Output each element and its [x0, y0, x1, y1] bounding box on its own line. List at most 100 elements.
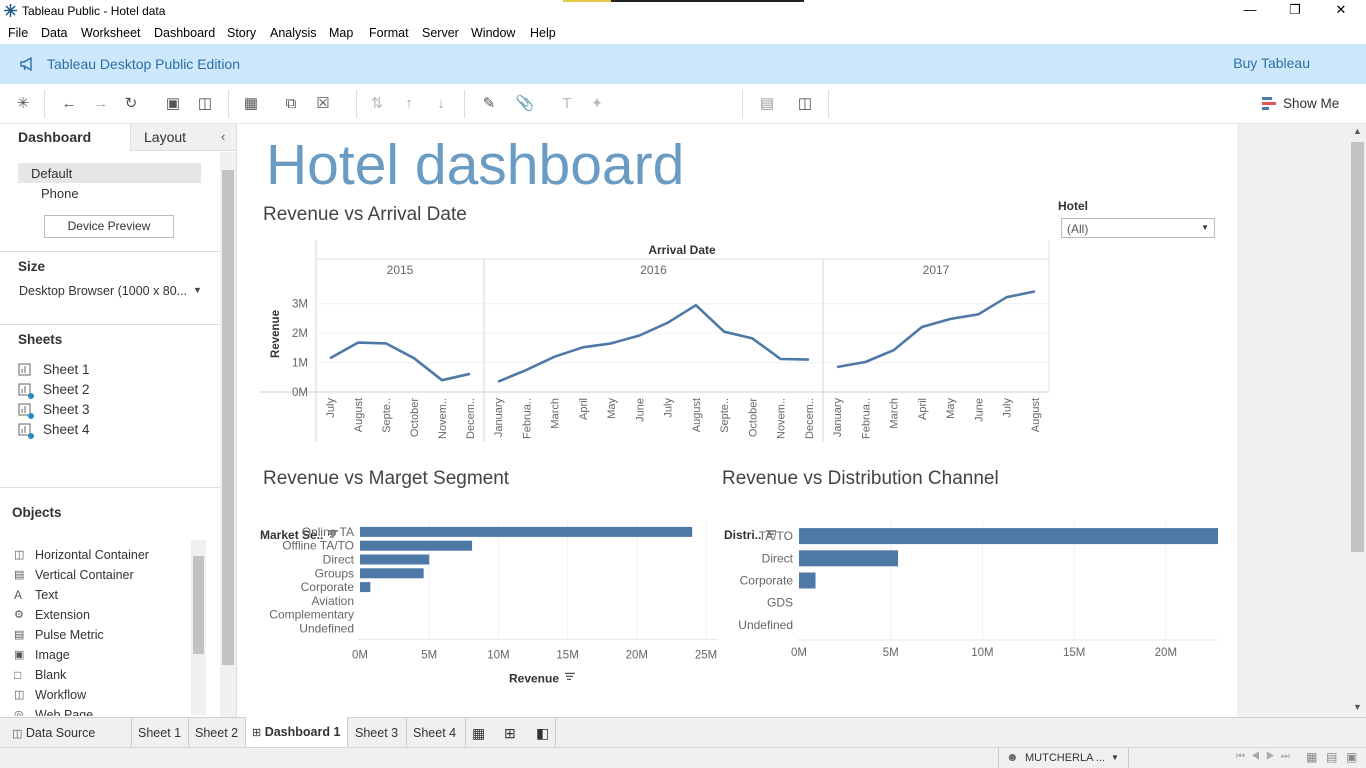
data-source-tab[interactable]: ◫ Data Source — [6, 718, 101, 748]
highlight-icon[interactable]: ✎ — [478, 94, 500, 114]
canvas-scrollbar[interactable]: ▲ ▼ — [1349, 124, 1366, 717]
tab-dashboard-1[interactable]: ⊞ Dashboard 1 — [245, 717, 348, 748]
tab-sheet-1[interactable]: Sheet 1 — [131, 718, 187, 748]
menu-story[interactable]: Story — [227, 26, 256, 40]
menu-dashboard[interactable]: Dashboard — [154, 26, 215, 40]
menu-window[interactable]: Window — [471, 26, 515, 40]
category-label: Direct — [323, 553, 355, 567]
save-icon[interactable]: ▣ — [162, 94, 184, 114]
object-label: Horizontal Container — [35, 548, 149, 562]
menu-server[interactable]: Server — [422, 26, 459, 40]
new-dashboard-tab-icon[interactable]: ⊞ — [498, 718, 522, 748]
dashboard-pane: Dashboard Layout ‹ Default Phone Device … — [0, 124, 237, 717]
redo-icon[interactable]: → — [90, 94, 112, 114]
menu-help[interactable]: Help — [530, 26, 556, 40]
show-mark-labels-icon[interactable]: T — [556, 94, 578, 114]
y-tick-label: 0M — [292, 387, 308, 399]
show-me-icon[interactable] — [1262, 97, 1276, 111]
tableau-home-icon[interactable]: ✳ — [12, 94, 34, 114]
filmstrip-view-icon[interactable]: ▤ — [1326, 750, 1337, 764]
menu-data[interactable]: Data — [41, 26, 67, 40]
revenue-channel-bar-chart[interactable]: Distri..0M5M10M15M20M25M30M35MTA/TODirec… — [718, 499, 1218, 689]
collapse-pane-icon[interactable]: ‹ — [221, 129, 225, 144]
sheet-item-label: Sheet 2 — [43, 382, 90, 397]
database-icon: ◫ — [12, 728, 23, 740]
sort-icon — [565, 672, 575, 681]
device-default[interactable]: Default — [18, 163, 201, 183]
revenue-segment-bar-chart[interactable]: Market Se..0M 5M 10M 15M 20M 25MOnline TAOffl… — [238, 499, 718, 689]
category-label: Complementary — [269, 608, 354, 622]
dropdown-arrow-icon: ▼ — [1201, 223, 1209, 232]
window-accent-bar — [563, 0, 611, 2]
month-tick-label: Novem.. — [776, 398, 788, 439]
year-header: 2015 — [387, 263, 414, 277]
buy-tableau-link[interactable]: Buy Tableau — [1233, 55, 1310, 71]
sort-ascending-icon[interactable]: ↑ — [398, 94, 420, 114]
tableau-logo-icon — [4, 4, 17, 17]
presentation-mode-icon[interactable]: ◫ — [794, 94, 816, 114]
bar-ta-to — [799, 528, 1218, 545]
tab-dashboard[interactable]: Dashboard — [0, 124, 130, 151]
sort-descending-icon[interactable]: ↓ — [430, 94, 452, 114]
device-phone[interactable]: Phone — [41, 186, 79, 201]
month-tick-label: Septe.. — [381, 398, 393, 433]
swap-rows-columns-icon[interactable]: ⇅ — [366, 94, 388, 114]
show-cards-icon[interactable]: ▤ — [756, 94, 778, 114]
month-tick-label: April — [917, 398, 929, 420]
grid-view-icon[interactable]: ▦ — [1306, 750, 1317, 764]
menu-worksheet[interactable]: Worksheet — [81, 26, 141, 40]
scroll-up-icon[interactable]: ▲ — [1353, 126, 1362, 136]
size-title: Size — [18, 259, 46, 274]
new-story-tab-icon[interactable]: ◧ — [530, 718, 557, 748]
new-worksheet-icon[interactable]: ▦ — [240, 94, 262, 114]
replace-data-source-icon[interactable]: ↻ — [120, 94, 142, 114]
sheet-item-label: Sheet 3 — [43, 402, 90, 417]
user-name[interactable]: MUTCHERLA ... — [1025, 752, 1105, 764]
minimize-button[interactable]: — — [1235, 2, 1265, 17]
menu-format[interactable]: Format — [369, 26, 409, 40]
clear-sheet-icon[interactable]: ☒ — [312, 94, 334, 114]
category-label: TA/TO — [759, 529, 793, 543]
category-label: Aviation — [312, 594, 354, 608]
revenue-arrival-line-chart[interactable]: Arrival Date Revenue 3M 2M 1M 0M 2015 July Augus… — [238, 224, 1058, 449]
user-icon: ☻ — [1006, 750, 1019, 764]
pane-scrollbar[interactable] — [220, 152, 236, 717]
y-tick-label: 3M — [292, 299, 308, 311]
object-label: Image — [35, 648, 70, 662]
tab-sheet-3[interactable]: Sheet 3 — [349, 718, 404, 748]
web-page-icon: ◎ — [14, 709, 24, 716]
menu-analysis[interactable]: Analysis — [270, 26, 317, 40]
device-default-label: Default — [31, 166, 73, 181]
close-button[interactable]: ✕ — [1326, 2, 1356, 18]
objects-scrollbar[interactable] — [191, 540, 206, 715]
month-tick-label: July — [325, 398, 337, 418]
new-data-source-icon[interactable]: ◫ — [194, 94, 216, 114]
group-members-icon[interactable]: 📎 — [514, 94, 536, 114]
tab-sheet-4[interactable]: Sheet 4 — [406, 718, 462, 748]
tab-sheet-2[interactable]: Sheet 2 — [188, 718, 244, 748]
size-dropdown[interactable]: Desktop Browser (1000 x 80... — [19, 284, 187, 298]
user-menu-arrow-icon[interactable]: ▼ — [1111, 753, 1119, 762]
restore-button[interactable]: ❐ — [1280, 2, 1310, 18]
fix-axes-icon[interactable]: ✦ — [586, 94, 608, 114]
size-dropdown-arrow-icon[interactable]: ▼ — [193, 285, 202, 295]
sheet-navigation-icons[interactable]: ⏮◀▶⏭ — [1236, 751, 1296, 762]
undo-icon[interactable]: ← — [58, 94, 80, 114]
duplicate-sheet-icon[interactable]: ⧉ — [280, 94, 302, 114]
device-preview-button[interactable]: Device Preview — [44, 215, 174, 238]
x-tick-label: 20M — [626, 649, 648, 661]
new-worksheet-tab-icon[interactable]: ▦ — [465, 718, 491, 748]
scroll-down-icon[interactable]: ▼ — [1353, 702, 1362, 712]
sheet-tabs-bar: ◫ Data Source Sheet 1 Sheet 2 ⊞ Dashboar… — [0, 717, 1366, 748]
hotel-filter-dropdown[interactable]: (All) ▼ — [1061, 218, 1215, 238]
worksheet-used-icon — [18, 423, 34, 439]
canvas-margin — [1237, 124, 1349, 717]
menu-file[interactable]: File — [8, 26, 28, 40]
menu-bar: File Data Worksheet Dashboard Story Anal… — [0, 22, 1366, 44]
bar-corporate — [360, 582, 371, 593]
year-header: 2017 — [923, 263, 950, 277]
menu-map[interactable]: Map — [329, 26, 353, 40]
tabs-view-icon[interactable]: ▣ — [1346, 750, 1357, 764]
object-label: Pulse Metric — [35, 628, 104, 642]
show-me-label[interactable]: Show Me — [1283, 96, 1339, 111]
